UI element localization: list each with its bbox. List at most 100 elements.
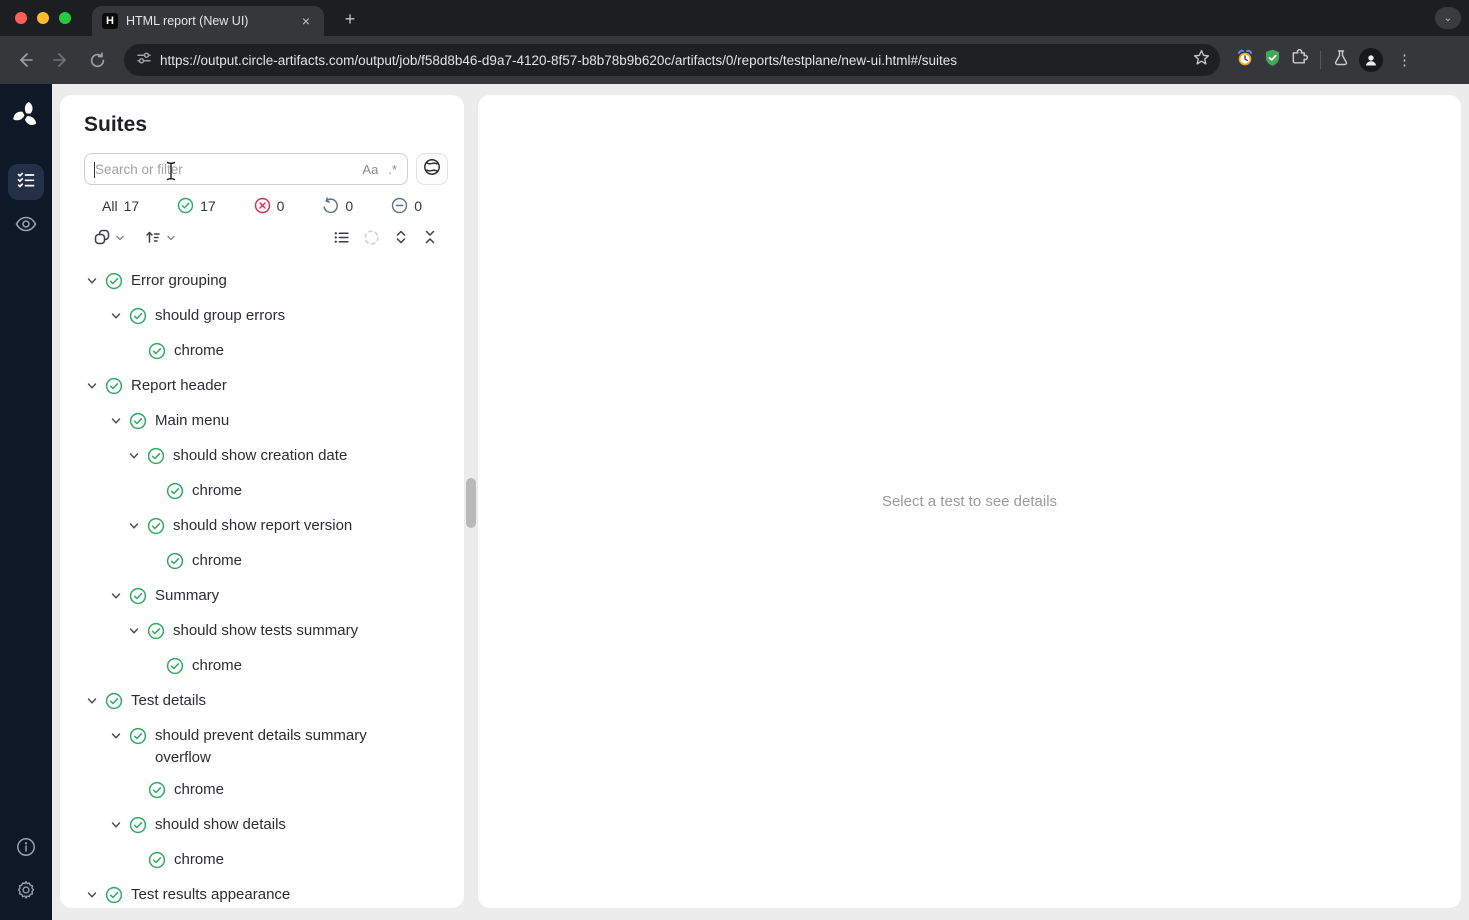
- forward-icon[interactable]: [46, 45, 76, 75]
- tab-title: HTML report (New UI): [126, 14, 290, 28]
- address-bar[interactable]: https://output.circle-artifacts.com/outp…: [124, 44, 1220, 76]
- tree-label: should prevent details summary overflow: [155, 725, 405, 769]
- suites-tree: Error groupingshould group errors chrome R…: [60, 265, 464, 908]
- tree-browser-row[interactable]: chrome: [60, 774, 464, 809]
- search-box[interactable]: Aa .*: [84, 153, 408, 185]
- passed-status-icon: [129, 412, 147, 435]
- info-button[interactable]: [15, 836, 37, 863]
- chevron-down-icon[interactable]: [127, 449, 141, 468]
- expand-all-icon[interactable]: [393, 229, 409, 250]
- group-by-icon: [93, 228, 111, 251]
- tab-search-button[interactable]: ⌄: [1435, 7, 1461, 29]
- tree-suite-row[interactable]: Error grouping: [60, 265, 464, 300]
- search-input[interactable]: [95, 162, 352, 177]
- tree-suite-row[interactable]: Report header: [60, 370, 464, 405]
- passed-status-icon: [148, 342, 166, 365]
- tree-test-row[interactable]: should group errors: [60, 300, 464, 335]
- bookmark-star-icon[interactable]: [1193, 49, 1210, 71]
- chevron-down-icon[interactable]: [109, 309, 123, 328]
- filter-passed[interactable]: 17: [177, 197, 216, 214]
- report-page: Suites Aa .*: [0, 84, 1469, 920]
- tree-suite-row[interactable]: Main menu: [60, 405, 464, 440]
- new-tab-button[interactable]: +: [338, 9, 362, 30]
- settings-gear-icon[interactable]: [15, 879, 37, 906]
- extensions-puzzle-icon[interactable]: [1291, 49, 1308, 71]
- group-by-dropdown[interactable]: [93, 228, 126, 251]
- passed-status-icon: [147, 622, 165, 645]
- tab-close-icon[interactable]: ×: [298, 13, 314, 29]
- tree-toolbar: [93, 228, 438, 251]
- passed-status-icon: [177, 197, 194, 214]
- back-icon[interactable]: [10, 45, 40, 75]
- alarm-clock-extension-icon[interactable]: [1236, 49, 1254, 72]
- sidebar-item-visual-checks[interactable]: [8, 208, 44, 244]
- focus-mode-icon[interactable]: [363, 229, 380, 251]
- app-sidebar: [0, 84, 52, 920]
- passed-status-icon: [148, 851, 166, 874]
- site-info-icon[interactable]: [136, 50, 152, 71]
- passed-status-icon: [129, 307, 147, 330]
- filter-all-label: All: [102, 198, 118, 214]
- sidebar-item-suites[interactable]: [8, 164, 44, 200]
- reload-icon[interactable]: [82, 45, 112, 75]
- tree-browser-row[interactable]: chrome: [60, 475, 464, 510]
- chevron-down-icon[interactable]: [109, 414, 123, 433]
- tree-browser-row[interactable]: chrome: [60, 650, 464, 685]
- tree-suite-row[interactable]: Test details: [60, 685, 464, 720]
- tree-test-row[interactable]: should show report version: [60, 510, 464, 545]
- url-text[interactable]: https://output.circle-artifacts.com/outp…: [160, 53, 1185, 68]
- list-view-icon[interactable]: [333, 229, 350, 251]
- chevron-down-icon[interactable]: [85, 694, 99, 713]
- passed-status-icon: [105, 272, 123, 295]
- chevron-down-icon[interactable]: [127, 624, 141, 643]
- collapse-all-icon[interactable]: [422, 229, 438, 250]
- browser-menu-icon[interactable]: ⋮: [1393, 51, 1416, 69]
- tab-favicon: H: [102, 13, 118, 29]
- browsers-filter-button[interactable]: [416, 153, 448, 185]
- passed-status-icon: [147, 447, 165, 470]
- sort-dropdown[interactable]: [144, 228, 177, 251]
- close-window-button[interactable]: [15, 12, 27, 24]
- match-case-toggle[interactable]: Aa: [362, 162, 378, 177]
- filter-failed-count: 0: [277, 198, 285, 214]
- empty-state-message: Select a test to see details: [882, 493, 1057, 510]
- chevron-down-icon[interactable]: [85, 274, 99, 293]
- filter-all[interactable]: All 17: [102, 198, 139, 214]
- tree-suite-row[interactable]: Test results appearance: [60, 879, 464, 908]
- chrome-labs-flask-icon[interactable]: [1333, 49, 1349, 71]
- passed-status-icon: [147, 517, 165, 540]
- chevron-down-icon: [114, 231, 126, 249]
- tree-test-row[interactable]: should show details: [60, 809, 464, 844]
- minimize-window-button[interactable]: [37, 12, 49, 24]
- tree-browser-row[interactable]: chrome: [60, 335, 464, 370]
- tree-test-row[interactable]: should show creation date: [60, 440, 464, 475]
- tree-browser-row[interactable]: chrome: [60, 844, 464, 879]
- chevron-down-icon[interactable]: [109, 818, 123, 837]
- shield-extension-icon[interactable]: [1264, 49, 1281, 72]
- filter-retried[interactable]: 0: [322, 197, 353, 214]
- screen: H HTML report (New UI) × + ⌄ https://out…: [0, 0, 1469, 920]
- chevron-down-icon[interactable]: [85, 888, 99, 907]
- filter-all-count: 17: [124, 198, 140, 214]
- tree-test-row[interactable]: should prevent details summary overflow: [60, 720, 464, 774]
- tree-label: should show details: [155, 814, 286, 836]
- tree-browser-row[interactable]: chrome: [60, 545, 464, 580]
- chevron-down-icon[interactable]: [109, 729, 123, 748]
- tree-suite-row[interactable]: Summary: [60, 580, 464, 615]
- chevron-down-icon[interactable]: [109, 589, 123, 608]
- profile-avatar[interactable]: [1359, 48, 1383, 72]
- filter-skipped[interactable]: 0: [391, 197, 422, 214]
- suites-panel: Suites Aa .*: [60, 95, 464, 908]
- tree-label: chrome: [174, 340, 224, 362]
- chevron-down-icon[interactable]: [85, 379, 99, 398]
- maximize-window-button[interactable]: [59, 12, 71, 24]
- browser-tab[interactable]: H HTML report (New UI) ×: [92, 6, 324, 36]
- tree-test-row[interactable]: should show tests summary: [60, 615, 464, 650]
- passed-status-icon: [166, 657, 184, 680]
- regex-toggle[interactable]: .*: [388, 162, 397, 177]
- suites-scrollbar-thumb[interactable]: [466, 478, 476, 528]
- tree-label: Summary: [155, 585, 219, 607]
- filter-failed[interactable]: 0: [254, 197, 285, 214]
- chevron-down-icon[interactable]: [127, 519, 141, 538]
- sort-ascending-icon: [144, 228, 162, 251]
